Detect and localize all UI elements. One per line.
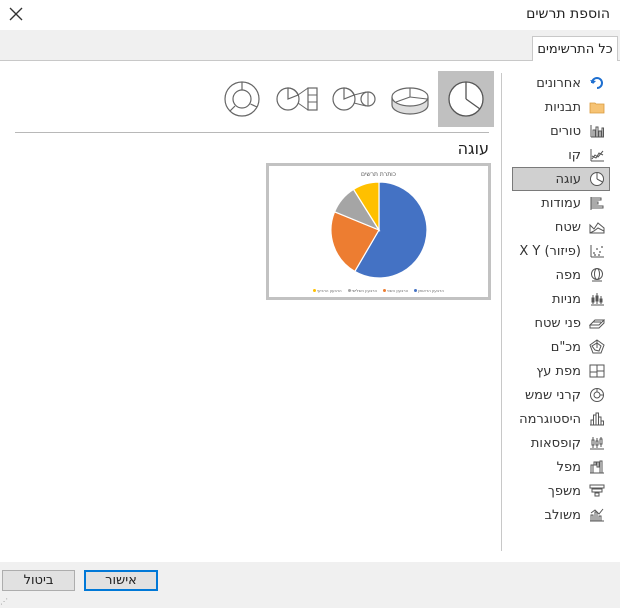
sidebar-item-sunburst-chart[interactable]: קרני שמש [512, 383, 610, 407]
sidebar-item-label: אחרונים [536, 75, 581, 91]
legend-swatch [313, 289, 317, 292]
pie-chart-preview [330, 181, 428, 279]
sidebar-item-column-chart[interactable]: טורים [512, 119, 610, 143]
recent-icon [589, 75, 605, 91]
sidebar-item-label: קרני שמש [524, 387, 581, 403]
subtype-doughnut[interactable] [214, 71, 270, 127]
sidebar-item-label: שטח [554, 219, 581, 235]
sidebar-item-scatter-chart[interactable]: X Y (פיזור) [512, 239, 610, 263]
sidebar-item-label: מכ"ם [550, 339, 581, 355]
treemap-chart-icon [589, 363, 605, 379]
scatter-chart-icon [589, 243, 605, 259]
histogram-chart-icon [589, 411, 605, 427]
pie-3d-subtype-icon [391, 87, 429, 115]
tab-strip: כל התרשימים [0, 30, 620, 61]
sidebar-item-histogram-chart[interactable]: היסטוגרמה [512, 407, 610, 431]
sidebar-item-folder[interactable]: תבניות [512, 95, 610, 119]
sidebar-item-waterfall-chart[interactable]: מפל [512, 455, 610, 479]
area-chart-icon [589, 219, 605, 235]
ok-button[interactable]: אישור [84, 570, 158, 591]
sidebar-item-recent[interactable]: אחרונים [512, 71, 610, 95]
radar-chart-icon [589, 339, 605, 355]
legend-swatch [414, 289, 418, 292]
sidebar-item-map-chart[interactable]: מפה [512, 263, 610, 287]
funnel-chart-icon [589, 483, 605, 499]
legend-label: הרבעון הראשון [418, 288, 444, 293]
sidebar-item-label: קו [568, 147, 581, 163]
bar-chart-icon [589, 195, 605, 211]
resize-grip[interactable]: ⋰ [0, 597, 8, 606]
pie-subtype-icon [448, 81, 484, 117]
box-whisker-chart-icon [589, 435, 605, 451]
sidebar-item-bar-chart[interactable]: עמודות [512, 191, 610, 215]
chart-subtype-gallery [214, 71, 494, 127]
subtype-3d-pie[interactable] [382, 71, 438, 127]
waterfall-chart-icon [589, 459, 605, 475]
vertical-divider [501, 73, 502, 551]
sidebar-item-area-chart[interactable]: שטח [512, 215, 610, 239]
sidebar-item-label: מפל [556, 459, 581, 475]
legend-entry: הרבעון השני [383, 288, 408, 293]
doughnut-subtype-icon [224, 81, 260, 117]
content-panel: אחרונים תבניות טורים קו עוגה עמודות שטח X Y (פי… [0, 60, 620, 562]
sidebar-item-label: עמודות [541, 195, 581, 211]
legend-label: הרבעון השני [387, 288, 409, 293]
sidebar-item-label: X Y (פיזור) [519, 243, 581, 259]
sidebar-item-treemap-chart[interactable]: מפת עץ [512, 359, 610, 383]
surface-chart-icon [589, 315, 605, 331]
chart-category-list: אחרונים תבניות טורים קו עוגה עמודות שטח X Y (פי… [512, 71, 610, 527]
stock-chart-icon [589, 291, 605, 307]
legend-swatch [383, 289, 387, 292]
close-icon [9, 7, 23, 21]
preview-legend: הרבעון הרביעי הרבעון השלישי הרבעון השני הרב… [269, 288, 488, 293]
subtype-pie[interactable] [438, 71, 494, 127]
chart-preview[interactable]: כותרת תרשים הרבעון הרביעי הרבעון השלישי הר… [266, 163, 491, 300]
sidebar-item-label: תבניות [544, 99, 581, 115]
sidebar-item-pie-chart[interactable]: עוגה [512, 167, 610, 191]
folder-icon [589, 99, 605, 115]
sidebar-item-label: טורים [550, 123, 581, 139]
pie-of-pie-subtype-icon [332, 87, 376, 111]
sidebar-item-radar-chart[interactable]: מכ"ם [512, 335, 610, 359]
sidebar-item-label: עוגה [555, 171, 581, 187]
sidebar-item-label: משפך [547, 483, 581, 499]
bar-of-pie-subtype-icon [276, 87, 318, 111]
sidebar-item-box-whisker-chart[interactable]: קופסאות [512, 431, 610, 455]
sidebar-item-line-chart[interactable]: קו [512, 143, 610, 167]
sidebar-item-label: היסטוגרמה [519, 411, 581, 427]
dialog-titlebar: הוספת תרשים [0, 0, 620, 30]
dialog-title: הוספת תרשים [526, 6, 610, 22]
legend-label: הרבעון הרביעי [317, 288, 342, 293]
sidebar-item-surface-chart[interactable]: פני שטח [512, 311, 610, 335]
close-button[interactable] [4, 2, 28, 26]
sunburst-chart-icon [589, 387, 605, 403]
section-title: עוגה [457, 139, 489, 158]
section-divider [15, 132, 489, 133]
line-chart-icon [589, 147, 605, 163]
sidebar-item-label: קופסאות [530, 435, 581, 451]
sidebar-item-funnel-chart[interactable]: משפך [512, 479, 610, 503]
legend-swatch [347, 289, 351, 292]
sidebar-item-label: מפת עץ [536, 363, 581, 379]
tab-all-charts[interactable]: כל התרשימים [532, 36, 618, 61]
legend-entry: הרבעון הרביעי [313, 288, 342, 293]
sidebar-item-combo-chart[interactable]: משולב [512, 503, 610, 527]
column-chart-icon [589, 123, 605, 139]
map-chart-icon [589, 267, 605, 283]
sidebar-item-label: משולב [544, 507, 582, 523]
sidebar-item-label: מניות [551, 291, 581, 307]
sidebar-item-label: פני שטח [534, 315, 582, 331]
legend-entry: הרבעון השלישי [347, 288, 378, 293]
legend-entry: הרבעון הראשון [414, 288, 444, 293]
dialog-footer: אישור ביטול ⋰ [0, 562, 620, 608]
legend-label: הרבעון השלישי [351, 288, 378, 293]
combo-chart-icon [589, 507, 605, 523]
subtype-pie-of-pie[interactable] [326, 71, 382, 127]
pie-chart-icon [589, 171, 605, 187]
subtype-bar-of-pie[interactable] [270, 71, 326, 127]
cancel-button[interactable]: ביטול [2, 570, 75, 591]
sidebar-item-label: מפה [555, 267, 581, 283]
sidebar-item-stock-chart[interactable]: מניות [512, 287, 610, 311]
